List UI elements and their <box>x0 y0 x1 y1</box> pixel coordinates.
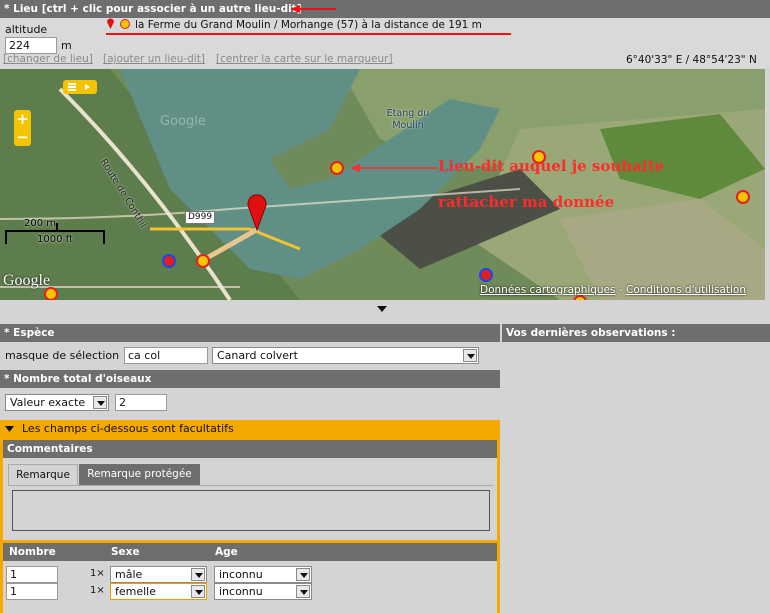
red-underline-annotation <box>106 33 511 35</box>
poi-marker[interactable] <box>196 254 210 268</box>
poi-marker-blue[interactable] <box>162 254 176 268</box>
species-select[interactable]: Canard colvert <box>212 347 479 364</box>
selected-place: la Ferme du Grand Moulin / Morhange (57)… <box>135 19 482 31</box>
espece-header: * Espèce <box>0 324 500 342</box>
espece-header-label: * Espèce <box>4 327 55 339</box>
map-data-link[interactable]: Données cartographiques <box>480 284 616 296</box>
terms-link[interactable]: Conditions d'utilisation <box>626 284 746 296</box>
species-select-value: Canard colvert <box>217 349 298 362</box>
lieu-header-label: * Lieu [ctrl + clic pour associer à un a… <box>4 3 302 15</box>
zoom-in-button[interactable]: + <box>14 110 31 128</box>
coordinates: 6°40'33" E / 48°54'23" N <box>626 54 757 66</box>
google-logo: Google <box>3 272 51 289</box>
map[interactable]: + − Google Étang du Moulin Route de Cont… <box>0 69 765 300</box>
dropdown-arrow-icon <box>93 396 107 409</box>
road-number-label: D999 <box>185 211 216 224</box>
dropdown-arrow-icon <box>296 585 310 598</box>
recent-observations-label: Vos dernières observations : <box>506 327 676 339</box>
attribution-separator: - <box>618 284 623 296</box>
row-sexe-select[interactable]: mâle <box>110 566 207 583</box>
table-row: 1× femelle inconnu <box>0 583 500 600</box>
recent-observations-panel <box>502 342 770 613</box>
altitude-unit: m <box>61 39 72 52</box>
map-annotation-line1: Lieu-dit auquel je souhaite <box>438 157 665 175</box>
altitude-input[interactable] <box>5 37 57 54</box>
column-header-nombre: Nombre <box>9 546 56 558</box>
lieu-header: * Lieu [ctrl + clic pour associer à un a… <box>0 0 770 18</box>
count-mode-select[interactable]: Valeur exacte <box>5 394 109 411</box>
comments-header-label: Commentaires <box>7 443 93 455</box>
chevron-down-icon[interactable] <box>377 306 387 313</box>
zoom-out-button[interactable]: − <box>14 128 31 146</box>
change-place-link[interactable]: [changer de lieu] <box>3 53 93 65</box>
row-nombre-input[interactable] <box>6 566 58 583</box>
tab-remarque-protegee[interactable]: Remarque protégée <box>79 464 200 485</box>
total-count-input[interactable] <box>115 394 167 411</box>
dropdown-arrow-icon <box>191 568 205 581</box>
row-multiplier: 1× <box>90 585 105 596</box>
poi-marker-blue[interactable] <box>479 268 493 282</box>
watermark-label: Google <box>160 114 206 129</box>
tab-underline <box>8 485 493 486</box>
row-multiplier: 1× <box>90 568 105 579</box>
poi-marker[interactable] <box>44 287 58 300</box>
map-annotation-line2: rattacher ma donnée <box>438 193 615 211</box>
details-header: Nombre Sexe Age <box>3 543 497 561</box>
location-pin-icon[interactable] <box>246 191 268 231</box>
remarque-textarea[interactable] <box>12 490 490 531</box>
red-arrow-annotation-top <box>290 5 336 13</box>
pond-label: Étang du Moulin <box>386 108 430 131</box>
optional-header-label: Les champs ci-dessous sont facultatifs <box>22 422 234 435</box>
chevron-down-icon <box>5 426 14 432</box>
row-nombre-input[interactable] <box>6 583 58 600</box>
add-place-link[interactable]: [ajouter un lieu-dit] <box>103 53 205 65</box>
recent-observations-header: Vos dernières observations : <box>502 324 770 342</box>
row-sexe-value: femelle <box>115 585 157 598</box>
nombre-total-header-label: * Nombre total d'oiseaux <box>4 373 152 385</box>
center-map-link[interactable]: [centrer la carte sur le marqueur] <box>216 53 393 65</box>
poi-marker[interactable] <box>736 190 750 204</box>
scale-metric-label: 200 m <box>24 218 57 229</box>
nombre-total-header: * Nombre total d'oiseaux <box>0 370 500 388</box>
poi-marker[interactable] <box>330 161 344 175</box>
dropdown-arrow-icon <box>463 349 477 362</box>
dropdown-arrow-icon <box>296 568 310 581</box>
layers-icon <box>68 83 90 91</box>
marker-icon <box>107 18 114 29</box>
column-header-age: Age <box>215 546 238 558</box>
scale-bar-imperial-tick <box>103 230 105 244</box>
count-mode-value: Valeur exacte <box>10 396 86 409</box>
red-arrow-annotation-map <box>350 164 438 172</box>
tab-remarque[interactable]: Remarque <box>8 464 78 485</box>
row-age-value: inconnu <box>219 585 263 598</box>
place-dot-icon <box>120 19 130 29</box>
optional-header[interactable]: Les champs ci-dessous sont facultatifs <box>0 420 500 438</box>
scale-imperial-label: 1000 ft <box>37 234 73 245</box>
map-attribution: Données cartographiques - Conditions d'u… <box>480 284 746 296</box>
scale-bar-metric-tick <box>56 223 58 231</box>
row-age-select[interactable]: inconnu <box>214 583 312 600</box>
row-sexe-select[interactable]: femelle <box>110 583 207 600</box>
row-age-value: inconnu <box>219 568 263 581</box>
row-age-select[interactable]: inconnu <box>214 566 312 583</box>
mask-label: masque de sélection <box>5 349 120 362</box>
row-sexe-value: mâle <box>115 568 143 581</box>
table-row: 1× mâle inconnu <box>0 566 500 583</box>
column-header-sexe: Sexe <box>111 546 140 558</box>
mask-input[interactable] <box>124 347 208 364</box>
altitude-label: altitude <box>5 23 48 36</box>
comments-header: Commentaires <box>3 440 497 458</box>
dropdown-arrow-icon <box>191 585 205 598</box>
